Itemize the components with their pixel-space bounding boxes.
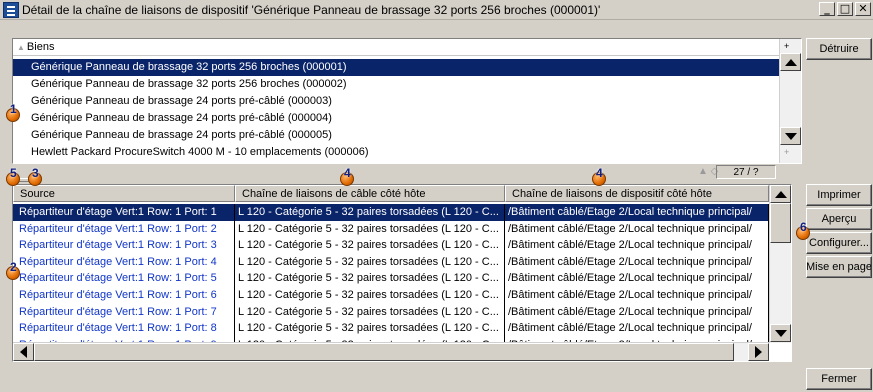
source-cell: Répartiteur d'étage Vert:1 Row: 1 Port: …	[13, 220, 235, 238]
callout-badge-3: 3	[28, 166, 42, 186]
device-chain-cell: /Bâtiment câblé/Etage 2/Local technique …	[505, 286, 769, 304]
scroll-up-button[interactable]	[780, 53, 801, 71]
asset-list-item[interactable]: Générique Panneau de brassage 24 ports p…	[13, 93, 779, 110]
source-cell: Répartiteur d'étage Vert:1 Row: 1 Port: …	[13, 303, 235, 321]
asset-list-item[interactable]: Générique Panneau de brassage 24 ports p…	[13, 110, 779, 127]
device-chain-cell: /Bâtiment câblé/Etage 2/Local technique …	[505, 237, 769, 254]
device-chain-cell: /Bâtiment câblé/Etage 2/Local technique …	[505, 320, 769, 337]
device-chain-cell: /Bâtiment câblé/Etage 2/Local technique …	[505, 303, 769, 321]
source-cell: Répartiteur d'étage Vert:1 Row: 1 Port: …	[13, 204, 235, 221]
callout-badge-5: 5	[6, 166, 20, 186]
source-cell: Répartiteur d'étage Vert:1 Row: 1 Port: …	[13, 237, 235, 254]
cable-chain-cell: L 120 - Catégorie 5 - 32 paires torsadée…	[235, 220, 505, 238]
callout-badge-4: 4	[340, 166, 354, 186]
up-arrow-icon	[774, 190, 787, 198]
grid-scroll-up-button[interactable]	[770, 185, 791, 203]
source-cell: Répartiteur d'étage Vert:1 Row: 1 Port: …	[13, 270, 235, 287]
column-header-source[interactable]: Source	[13, 185, 235, 202]
assets-list[interactable]: ▲ Biens Générique Panneau de brassage 32 …	[12, 38, 802, 164]
table-row[interactable]: Répartiteur d'étage Vert:1 Row: 1 Port: …	[13, 220, 769, 238]
detail-window: Détail de la chaîne de liaisons de dispo…	[0, 0, 873, 392]
source-cell: Répartiteur d'étage Vert:1 Row: 1 Port: …	[13, 253, 235, 271]
left-arrow-icon	[20, 346, 27, 358]
callout-badge-4b: 4	[592, 166, 606, 186]
device-chain-cell: /Bâtiment câblé/Etage 2/Local technique …	[505, 270, 769, 287]
close-button[interactable]: ✕	[855, 2, 871, 16]
page-setup-button[interactable]: Mise en page	[806, 256, 872, 278]
grid-vscroll-thumb[interactable]	[770, 203, 791, 243]
cable-chain-cell: L 120 - Catégorie 5 - 32 paires torsadée…	[235, 286, 505, 304]
list-status-bar: ▲ ◇ 27 / ?	[12, 165, 802, 179]
callout-badge-1: 1	[6, 102, 20, 122]
destroy-button[interactable]: Détruire	[806, 38, 872, 60]
source-cell: Répartiteur d'étage Vert:1 Row: 1 Port: …	[13, 286, 235, 304]
up-arrow-icon	[784, 58, 797, 66]
preview-button[interactable]: Aperçu	[806, 208, 872, 230]
close-dialog-button[interactable]: Fermer	[806, 368, 872, 390]
callout-badge-2: 2	[6, 260, 20, 280]
configure-button[interactable]: Configurer...	[806, 232, 872, 254]
column-header-device-chain[interactable]: Chaîne de liaisons de dispositif côté hô…	[505, 185, 769, 202]
table-row[interactable]: Répartiteur d'étage Vert:1 Row: 1 Port: …	[13, 320, 769, 337]
grid-scroll-left-button[interactable]	[13, 343, 34, 361]
callout-badge-6: 6	[796, 220, 810, 240]
title-bar[interactable]: Détail de la chaîne de liaisons de dispo…	[0, 0, 873, 20]
cable-chain-cell: L 120 - Catégorie 5 - 32 paires torsadée…	[235, 204, 505, 221]
asset-list-item[interactable]: Générique Panneau de brassage 32 ports 2…	[13, 76, 779, 93]
minimize-button[interactable]: _	[819, 2, 835, 16]
device-chain-cell: /Bâtiment câblé/Etage 2/Local technique …	[505, 204, 769, 221]
asset-list-item[interactable]: Hewlett Packard ProcureSwitch 4000 M - 1…	[13, 144, 779, 161]
cable-chain-cell: L 120 - Catégorie 5 - 32 paires torsadée…	[235, 303, 505, 321]
plus-icon[interactable]: +	[784, 41, 789, 51]
table-row[interactable]: Répartiteur d'étage Vert:1 Row: 1 Port: …	[13, 237, 769, 254]
table-row[interactable]: Répartiteur d'étage Vert:1 Row: 1 Port: …	[13, 204, 769, 221]
cable-chain-cell: L 120 - Catégorie 5 - 32 paires torsadée…	[235, 237, 505, 254]
asset-list-item[interactable]: Générique Panneau de brassage 32 ports 2…	[13, 59, 779, 76]
assets-list-header[interactable]: ▲ Biens	[13, 39, 779, 56]
sort-arrow-icon: ▲	[17, 43, 25, 52]
down-arrow-icon	[784, 132, 797, 140]
grid-scroll-right-button[interactable]	[748, 343, 769, 361]
table-row[interactable]: Répartiteur d'étage Vert:1 Row: 1 Port: …	[13, 303, 769, 321]
links-grid[interactable]: Source Chaîne de liaisons de câble côté …	[12, 184, 792, 362]
grid-scroll-down-button[interactable]	[770, 324, 791, 342]
record-counter: 27 / ?	[716, 165, 776, 179]
down-arrow-icon	[774, 329, 787, 337]
print-button[interactable]: Imprimer	[806, 184, 872, 206]
plus-icon[interactable]: +	[784, 147, 789, 157]
cable-chain-cell: L 120 - Catégorie 5 - 32 paires torsadée…	[235, 270, 505, 287]
grid-horizontal-scrollbar[interactable]	[13, 342, 769, 361]
device-chain-cell: /Bâtiment câblé/Etage 2/Local technique …	[505, 220, 769, 238]
source-cell: Répartiteur d'étage Vert:1 Row: 1 Port: …	[13, 320, 235, 337]
table-row[interactable]: Répartiteur d'étage Vert:1 Row: 1 Port: …	[13, 270, 769, 287]
assets-vertical-scrollbar[interactable]: + +	[779, 39, 801, 163]
app-table-icon	[3, 1, 19, 18]
cable-chain-cell: L 120 - Catégorie 5 - 32 paires torsadée…	[235, 253, 505, 271]
right-arrow-icon	[755, 346, 762, 358]
table-row[interactable]: Répartiteur d'étage Vert:1 Row: 1 Port: …	[13, 286, 769, 304]
cable-chain-cell: L 120 - Catégorie 5 - 32 paires torsadée…	[235, 320, 505, 337]
asset-list-item[interactable]: Générique Panneau de brassage 24 ports p…	[13, 127, 779, 144]
grid-vertical-scrollbar[interactable]	[769, 185, 791, 343]
grid-header: Source Chaîne de liaisons de câble côté …	[13, 185, 769, 202]
maximize-button[interactable]: □	[837, 2, 853, 16]
table-row[interactable]: Répartiteur d'étage Vert:1 Row: 1 Port: …	[13, 253, 769, 271]
scroll-down-button[interactable]	[780, 127, 801, 145]
window-title: Détail de la chaîne de liaisons de dispo…	[22, 2, 601, 17]
column-header-cable-chain[interactable]: Chaîne de liaisons de câble côté hôte	[235, 185, 505, 202]
assets-header-label: Biens	[26, 41, 55, 53]
device-chain-cell: /Bâtiment câblé/Etage 2/Local technique …	[505, 253, 769, 271]
grid-hscroll-thumb[interactable]	[34, 343, 734, 361]
